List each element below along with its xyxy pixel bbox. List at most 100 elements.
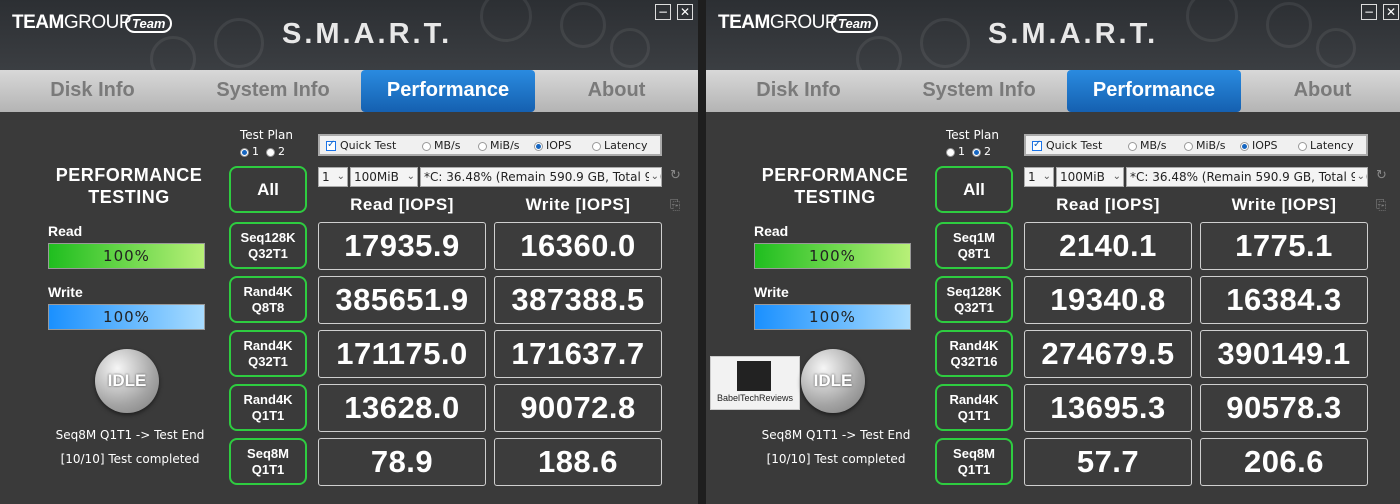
test-size-select[interactable]: 100MiB ⌄ [350,167,418,187]
test-button[interactable]: Seq1M Q8T1 [935,222,1013,269]
all-button[interactable]: All [229,166,307,213]
write-progress-text: 100% [103,308,150,326]
chevron-down-icon: ⌄ [1110,168,1121,186]
drive-select[interactable]: *C: 36.48% (Remain 590.9 GB, Total 930.3… [420,167,662,187]
unit-mbs-radio[interactable]: MB/s [422,139,460,152]
quick-test-checkbox[interactable]: Quick Test [1032,139,1102,152]
test-button[interactable]: Rand4K Q8T8 [229,276,307,323]
tab-system-info[interactable]: System Info [891,70,1067,112]
unit-latency-radio[interactable]: Latency [592,139,647,152]
read-progress-text: 100% [809,247,856,265]
close-button[interactable]: ✕ [677,4,693,20]
radio-icon [972,147,981,157]
test-button[interactable]: Seq8M Q1T1 [229,438,307,485]
unit-mibs-radio[interactable]: MiB/s [478,139,520,152]
app-title: S.M.A.R.T. [988,18,1159,50]
tab-about[interactable]: About [535,70,698,112]
checkbox-icon [1032,139,1042,151]
run-count-select[interactable]: 1 ⌄ [318,167,348,187]
test-button[interactable]: Seq128K Q32T1 [229,222,307,269]
test-plan-option-2[interactable]: 2 [972,145,991,158]
all-button[interactable]: All [935,166,1013,213]
smart-window-right: TEAMGROUP Team S.M.A.R.T. − ✕ Disk Info … [706,0,1400,504]
write-progress-label: Write [48,284,83,300]
status-message: Seq8M Q1T1 -> Test End [55,428,205,442]
unit-mibs-radio[interactable]: MiB/s [1184,139,1226,152]
write-result: 206.6 [1200,438,1368,486]
tab-system-info[interactable]: System Info [185,70,361,112]
teamgroup-logo: TEAMGROUP [12,12,132,33]
write-progress-label: Write [754,284,789,300]
babeltechreviews-watermark: BabelTechReviews [710,356,800,410]
heading-line: PERFORMANCE [55,165,203,185]
status-progress: [10/10] Test completed [766,452,906,466]
minimize-button[interactable]: − [655,4,671,20]
app-title: S.M.A.R.T. [282,18,453,50]
write-result: 90072.8 [494,384,662,432]
title-bar: TEAMGROUP Team S.M.A.R.T. − ✕ [0,0,698,70]
test-button[interactable]: Rand4K Q32T16 [935,330,1013,377]
test-button[interactable]: Rand4K Q1T1 [935,384,1013,431]
tab-performance[interactable]: Performance [361,70,535,112]
test-button[interactable]: Seq128K Q32T1 [935,276,1013,323]
write-progress-bar: 100% [48,304,205,330]
test-button[interactable]: Seq8M Q1T1 [935,438,1013,485]
unit-iops-radio[interactable]: IOPS [1240,139,1278,152]
read-result: 171175.0 [318,330,486,378]
title-bar: TEAMGROUP Team S.M.A.R.T. − ✕ [706,0,1400,70]
window-divider [698,0,706,504]
run-count-select[interactable]: 1 ⌄ [1024,167,1054,187]
chevron-down-icon: ⌄ [334,168,345,186]
copy-icon[interactable]: ⎘ [670,199,684,213]
read-result: 78.9 [318,438,486,486]
decor-circle [1316,28,1356,68]
test-plan-option-1[interactable]: 1 [946,145,965,158]
read-result: 17935.9 [318,222,486,270]
minimize-button[interactable]: − [1361,4,1377,20]
test-plan-option-2[interactable]: 2 [266,145,285,158]
idle-button[interactable]: IDLE [801,349,865,413]
read-result: 2140.1 [1024,222,1192,270]
read-progress-label: Read [48,223,83,239]
heading-line: TESTING [794,187,876,207]
decor-circle [560,2,606,48]
read-result: 57.7 [1024,438,1192,486]
radio-icon [1298,141,1307,151]
drive-select[interactable]: *C: 36.48% (Remain 590.9 GB, Total 930.3… [1126,167,1368,187]
chevron-down-icon: ⌄ [404,168,415,186]
tab-disk-info[interactable]: Disk Info [0,70,185,112]
refresh-icon[interactable]: ↻ [670,169,684,183]
read-result: 19340.8 [1024,276,1192,324]
test-plan-label: Test Plan [240,128,293,142]
unit-latency-radio[interactable]: Latency [1298,139,1353,152]
test-button[interactable]: Rand4K Q1T1 [229,384,307,431]
radio-icon [592,141,601,151]
write-column-header: Write [IOPS] [525,195,631,214]
decor-circle [920,18,970,68]
test-button[interactable]: Rand4K Q32T1 [229,330,307,377]
radio-icon [240,147,249,157]
read-progress-text: 100% [103,247,150,265]
chevron-down-icon: ⌄ [1040,168,1051,186]
test-plan-option-1[interactable]: 1 [240,145,259,158]
team-badge-logo: Team [831,14,879,33]
write-result: 188.6 [494,438,662,486]
write-result: 390149.1 [1200,330,1368,378]
close-button[interactable]: ✕ [1383,4,1399,20]
unit-mbs-radio[interactable]: MB/s [1128,139,1166,152]
refresh-icon[interactable]: ↻ [1376,169,1390,183]
decor-circle [480,0,532,42]
tab-performance[interactable]: Performance [1067,70,1241,112]
write-column-header: Write [IOPS] [1231,195,1337,214]
tab-about[interactable]: About [1241,70,1400,112]
tab-disk-info[interactable]: Disk Info [706,70,891,112]
test-size-select[interactable]: 100MiB ⌄ [1056,167,1124,187]
test-options-bar: Quick Test MB/s MiB/s IOPS Latency [1024,134,1368,156]
unit-iops-radio[interactable]: IOPS [534,139,572,152]
read-column-header: Read [IOPS] [350,195,454,214]
read-progress-bar: 100% [48,243,205,269]
smart-window-left: TEAMGROUP Team S.M.A.R.T. − ✕ Disk Info … [0,0,698,504]
idle-button[interactable]: IDLE [95,349,159,413]
copy-icon[interactable]: ⎘ [1376,199,1390,213]
quick-test-checkbox[interactable]: Quick Test [326,139,396,152]
